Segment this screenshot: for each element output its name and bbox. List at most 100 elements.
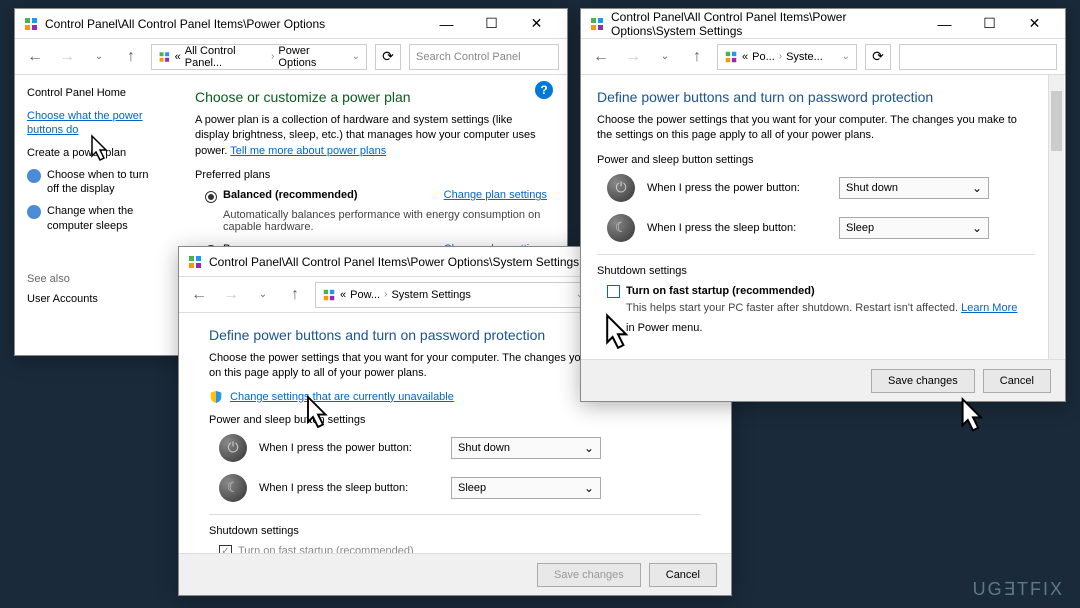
power-button-select[interactable]: Shut down xyxy=(451,437,601,459)
divider xyxy=(597,254,1035,255)
breadcrumb[interactable]: « All Control Panel... › Power Options ⌄ xyxy=(151,44,367,70)
refresh-button[interactable]: ⟳ xyxy=(375,44,401,70)
sleep-icon xyxy=(27,205,41,219)
plan-balanced-desc: Automatically balances performance with … xyxy=(223,209,547,233)
control-panel-icon xyxy=(23,16,39,32)
window-title: Control Panel\All Control Panel Items\Po… xyxy=(611,10,922,38)
plan-balanced-label: Balanced (recommended) xyxy=(223,189,357,203)
link-learn-more[interactable]: Learn More xyxy=(961,302,1017,314)
chevron-right-icon: › xyxy=(779,51,782,62)
power-button-label: When I press the power button: xyxy=(259,442,439,454)
page-title: Define power buttons and turn on passwor… xyxy=(597,89,1035,105)
fast-startup-label: Turn on fast startup (recommended) xyxy=(626,285,815,298)
window-title: Control Panel\All Control Panel Items\Po… xyxy=(45,17,424,31)
sidebar: Control Panel Home Choose what the power… xyxy=(15,75,175,355)
section-power-sleep: Power and sleep button settings xyxy=(209,414,701,426)
chevron-down-icon[interactable]: ⌄ xyxy=(352,51,360,62)
breadcrumb-icon xyxy=(322,288,336,302)
power-icon: ⏻ xyxy=(607,174,635,202)
cancel-button[interactable]: Cancel xyxy=(983,369,1051,393)
scroll-thumb[interactable] xyxy=(1051,91,1062,151)
power-menu-text: in Power menu. xyxy=(626,322,702,335)
breadcrumb[interactable]: « Po... › Syste... ⌄ xyxy=(717,44,857,70)
breadcrumb-prefix: « xyxy=(340,289,346,301)
forward-button[interactable]: → xyxy=(621,45,645,69)
back-button[interactable]: ← xyxy=(187,283,211,307)
display-icon xyxy=(27,169,41,183)
breadcrumb-1[interactable]: Po... xyxy=(752,51,775,63)
fast-startup-desc: This helps start your PC faster after sh… xyxy=(626,302,1035,314)
back-button[interactable]: ← xyxy=(23,45,47,69)
sidebar-link-create-plan[interactable]: Create a power plan xyxy=(27,146,163,160)
refresh-button[interactable]: ⟳ xyxy=(865,44,891,70)
up-button[interactable]: ↑ xyxy=(119,45,143,69)
maximize-button[interactable]: ☐ xyxy=(469,10,514,38)
forward-button[interactable]: → xyxy=(55,45,79,69)
sleep-button-select[interactable]: Sleep xyxy=(451,477,601,499)
close-button[interactable]: ✕ xyxy=(514,10,559,38)
page-description: A power plan is a collection of hardware… xyxy=(195,113,547,159)
minimize-button[interactable]: — xyxy=(922,10,967,38)
sidebar-home[interactable]: Control Panel Home xyxy=(27,87,163,99)
page-description: Choose the power settings that you want … xyxy=(597,113,1035,144)
sleep-icon: ☾ xyxy=(607,214,635,242)
save-button[interactable]: Save changes xyxy=(871,369,975,393)
page-title: Choose or customize a power plan xyxy=(195,89,547,105)
window-system-settings-2: Control Panel\All Control Panel Items\Po… xyxy=(580,8,1066,402)
breadcrumb-2[interactable]: System Settings xyxy=(391,289,470,301)
section-shutdown: Shutdown settings xyxy=(209,525,701,537)
breadcrumb[interactable]: « Pow... › System Settings ⌄ xyxy=(315,282,591,308)
sleep-icon: ☾ xyxy=(219,474,247,502)
minimize-button[interactable]: — xyxy=(424,10,469,38)
scrollbar[interactable] xyxy=(1048,75,1064,400)
breadcrumb-icon xyxy=(158,50,171,64)
save-button: Save changes xyxy=(537,563,641,587)
link-change-unavailable[interactable]: Change settings that are currently unava… xyxy=(230,391,454,403)
see-also-label: See also xyxy=(27,273,163,285)
sleep-button-label: When I press the sleep button: xyxy=(647,222,827,234)
main-panel: Define power buttons and turn on passwor… xyxy=(581,75,1065,349)
link-more-power-plans[interactable]: Tell me more about power plans xyxy=(230,145,386,157)
close-button[interactable]: ✕ xyxy=(1012,10,1057,38)
sidebar-user-accounts[interactable]: User Accounts xyxy=(27,293,163,305)
chevron-right-icon: › xyxy=(271,51,274,62)
radio-balanced[interactable] xyxy=(205,191,217,203)
history-dropdown[interactable]: ⌄ xyxy=(87,45,111,69)
checkbox-fast-startup[interactable] xyxy=(607,285,620,298)
forward-button[interactable]: → xyxy=(219,283,243,307)
help-icon[interactable]: ? xyxy=(535,81,553,99)
up-button[interactable]: ↑ xyxy=(283,283,307,307)
history-dropdown[interactable]: ⌄ xyxy=(653,45,677,69)
titlebar: Control Panel\All Control Panel Items\Po… xyxy=(15,9,567,39)
chevron-right-icon: › xyxy=(384,289,387,300)
sidebar-link-sleep[interactable]: Change when the computer sleeps xyxy=(27,204,163,233)
cancel-button[interactable]: Cancel xyxy=(649,563,717,587)
back-button[interactable]: ← xyxy=(589,45,613,69)
breadcrumb-1[interactable]: All Control Panel... xyxy=(185,45,267,69)
sidebar-link-power-buttons[interactable]: Choose what the power buttons do xyxy=(27,109,163,138)
link-change-plan-balanced[interactable]: Change plan settings xyxy=(444,189,547,201)
breadcrumb-icon xyxy=(724,50,738,64)
breadcrumb-2[interactable]: Power Options xyxy=(278,45,343,69)
button-row: Save changes Cancel xyxy=(581,359,1065,401)
breadcrumb-2[interactable]: Syste... xyxy=(786,51,823,63)
power-button-label: When I press the power button: xyxy=(647,182,827,194)
section-power-sleep: Power and sleep button settings xyxy=(597,154,1035,166)
up-button[interactable]: ↑ xyxy=(685,45,709,69)
breadcrumb-1[interactable]: Pow... xyxy=(350,289,380,301)
search-input[interactable] xyxy=(899,44,1057,70)
sleep-button-label: When I press the sleep button: xyxy=(259,482,439,494)
breadcrumb-prefix: « xyxy=(175,51,181,63)
chevron-down-icon[interactable]: ⌄ xyxy=(842,51,850,62)
titlebar: Control Panel\All Control Panel Items\Po… xyxy=(581,9,1065,39)
sleep-button-select[interactable]: Sleep xyxy=(839,217,989,239)
sidebar-link-display-off[interactable]: Choose when to turn off the display xyxy=(27,168,163,197)
control-panel-icon xyxy=(589,16,605,32)
history-dropdown[interactable]: ⌄ xyxy=(251,283,275,307)
watermark: UG∃TFIX xyxy=(973,579,1064,600)
section-shutdown: Shutdown settings xyxy=(597,265,1035,277)
maximize-button[interactable]: ☐ xyxy=(967,10,1012,38)
power-button-select[interactable]: Shut down xyxy=(839,177,989,199)
search-input[interactable]: Search Control Panel xyxy=(409,44,559,70)
breadcrumb-prefix: « xyxy=(742,51,748,63)
